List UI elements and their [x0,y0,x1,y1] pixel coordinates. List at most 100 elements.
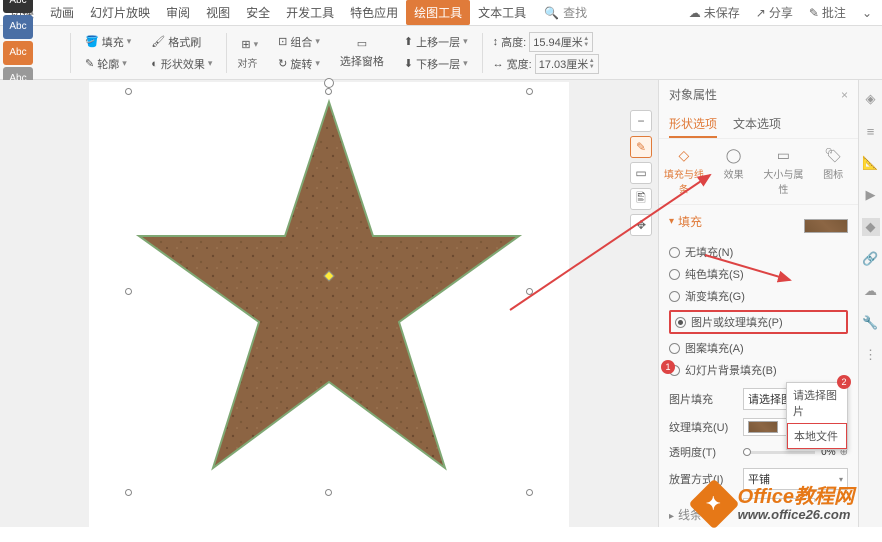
texture-preview[interactable] [804,219,848,233]
menu-view[interactable]: 视图 [198,0,238,25]
align-icon: ⊞ [241,38,250,51]
fill-button[interactable]: 🪣填充▾ [81,32,135,52]
handle-n[interactable] [325,88,332,95]
brush-icon: 🖌 [151,35,165,48]
panel-close-button[interactable]: × [841,88,848,102]
tab-shape-options[interactable]: 形状选项 [669,109,717,138]
sidebar-props[interactable]: ◆ [862,218,880,236]
height-input[interactable]: ↕ 高度: 15.94厘米▲▼ [493,32,599,52]
sidebar-ruler[interactable]: 📐 [862,154,880,172]
rotate-button[interactable]: ↻旋转▾ [274,54,324,74]
handle-sw[interactable] [125,489,132,496]
up-icon: ⬆ [404,35,413,48]
marker-2: 2 [837,375,851,389]
radio-pattern-fill[interactable]: 图案填充(A) [669,340,848,356]
note-tool[interactable]: 🖺 [630,188,652,210]
sidebar-layers[interactable]: ≡ [862,122,880,140]
fill-icon: ◇ [678,147,689,164]
menu-devtools[interactable]: 开发工具 [278,0,342,25]
marker-1: 1 [661,360,675,374]
move-down-button[interactable]: ⬇下移一层▾ [400,54,472,74]
height-icon: ↕ [493,36,499,48]
handle-w[interactable] [125,288,132,295]
unsave-indicator[interactable]: ☁未保存 [681,0,748,25]
selection-pane-button[interactable]: ▭选择窗格 [336,35,388,71]
share-button[interactable]: ↗分享 [748,0,801,25]
handle-s[interactable] [325,489,332,496]
effects-icon: ◐ [151,58,158,70]
popup-select-pic[interactable]: 请选择图片 [787,383,847,423]
search-placeholder: 查找 [563,4,587,21]
handle-nw[interactable] [125,88,132,95]
style-swatch-1[interactable]: Abc [3,0,33,13]
width-input[interactable]: ↔ 宽度: 17.03厘米▲▼ [493,54,599,74]
handle-ne[interactable] [526,88,533,95]
pencil-tool[interactable]: ✎ [630,136,652,158]
sidebar-clip[interactable]: 🔗 [862,250,880,268]
popup-local-file[interactable]: 本地文件 [787,423,847,449]
subtab-size[interactable]: ▭大小与属性 [759,139,809,204]
paint-icon: 🪣 [85,35,99,48]
shape-effects-button[interactable]: ◐形状效果▾ [147,54,216,74]
watermark-title: Office教程网 [738,486,854,508]
subtab-icon[interactable]: 🏷图标 [808,139,858,204]
opacity-slider[interactable] [743,451,815,454]
effect-icon: ◯ [726,147,742,164]
radio-picture-fill[interactable]: 图片或纹理填充(P) [675,314,783,330]
format-painter-button[interactable]: 🖌格式刷 [147,32,216,52]
fill-section-title[interactable]: 填充 [669,213,702,230]
menu-drawtools[interactable]: 绘图工具 [406,0,470,25]
rotation-handle[interactable] [324,78,334,88]
sidebar-tool[interactable]: 🔧 [862,314,880,332]
sidebar-dots[interactable]: ⋮ [862,346,880,364]
share-icon: ↗ [756,6,766,20]
far-sidebar: ◈ ≡ 📐 ▶ ◆ 🔗 ☁ 🔧 ⋮ [858,80,882,527]
star-shape[interactable] [129,92,529,492]
menu-special[interactable]: 特色应用 [342,0,406,25]
menu-security[interactable]: 安全 [238,0,278,25]
pic-fill-label: 图片填充 [669,391,739,407]
pane-icon: ▭ [357,37,367,50]
align-button[interactable]: ⊞▾ [237,36,262,53]
group-button[interactable]: ⊡组合▾ [274,32,324,52]
collapse-button[interactable]: − [630,110,652,132]
search-icon: 🔍 [544,6,559,20]
radio-gradient-fill[interactable]: 渐变填充(G) [669,288,848,304]
radio-slide-bg-fill[interactable]: 1 幻灯片背景填充(B) [669,362,848,378]
watermark-icon: ✦ [688,479,739,530]
watermark: ✦ Office教程网 www.office26.com [696,484,854,524]
outline-button[interactable]: ✎轮廓▾ [81,54,135,74]
style-swatch-3[interactable]: Abc [3,41,33,65]
opacity-label: 透明度(T) [669,444,739,460]
sidebar-cloud[interactable]: ☁ [862,282,880,300]
sidebar-diamond[interactable]: ◈ [862,90,880,108]
subtab-effects[interactable]: ◯效果 [709,139,759,204]
search-box[interactable]: 🔍 查找 [544,4,587,21]
size-icon: ▭ [777,147,790,164]
annotate-button[interactable]: ✎批注 [801,0,854,25]
tab-text-options[interactable]: 文本选项 [733,109,781,138]
down-icon: ⬇ [404,57,413,70]
slide[interactable] [89,82,569,542]
handle-e[interactable] [526,288,533,295]
menubar: 切换 动画 幻灯片放映 审阅 视图 安全 开发工具 特色应用 绘图工具 文本工具… [0,0,882,26]
texture-fill-label: 纹理填充(U) [669,419,739,435]
radio-no-fill[interactable]: 无填充(N) [669,244,848,260]
note-icon: ✎ [809,6,819,20]
more-button[interactable]: ⌄ [854,2,880,24]
float-toolbar: − ✎ ▭ 🖺 ✥ [630,110,652,236]
rect-tool[interactable]: ▭ [630,162,652,184]
menu-texttools[interactable]: 文本工具 [470,0,534,25]
move-up-button[interactable]: ⬆上移一层▾ [400,32,472,52]
radio-solid-fill[interactable]: 纯色填充(S) [669,266,848,282]
properties-panel: 对象属性 × 形状选项 文本选项 ◇填充与线条 ◯效果 ▭大小与属性 🏷图标 填… [658,80,858,527]
handle-se[interactable] [526,489,533,496]
menu-review[interactable]: 审阅 [158,0,198,25]
menu-slideshow[interactable]: 幻灯片放映 [82,0,158,25]
style-swatch-2[interactable]: Abc [3,15,33,39]
canvas-area[interactable]: − ✎ ▭ 🖺 ✥ [0,80,658,527]
sidebar-play[interactable]: ▶ [862,186,880,204]
watermark-url: www.office26.com [738,508,854,522]
subtab-fill-line[interactable]: ◇填充与线条 [659,139,709,204]
arrows-tool[interactable]: ✥ [630,214,652,236]
